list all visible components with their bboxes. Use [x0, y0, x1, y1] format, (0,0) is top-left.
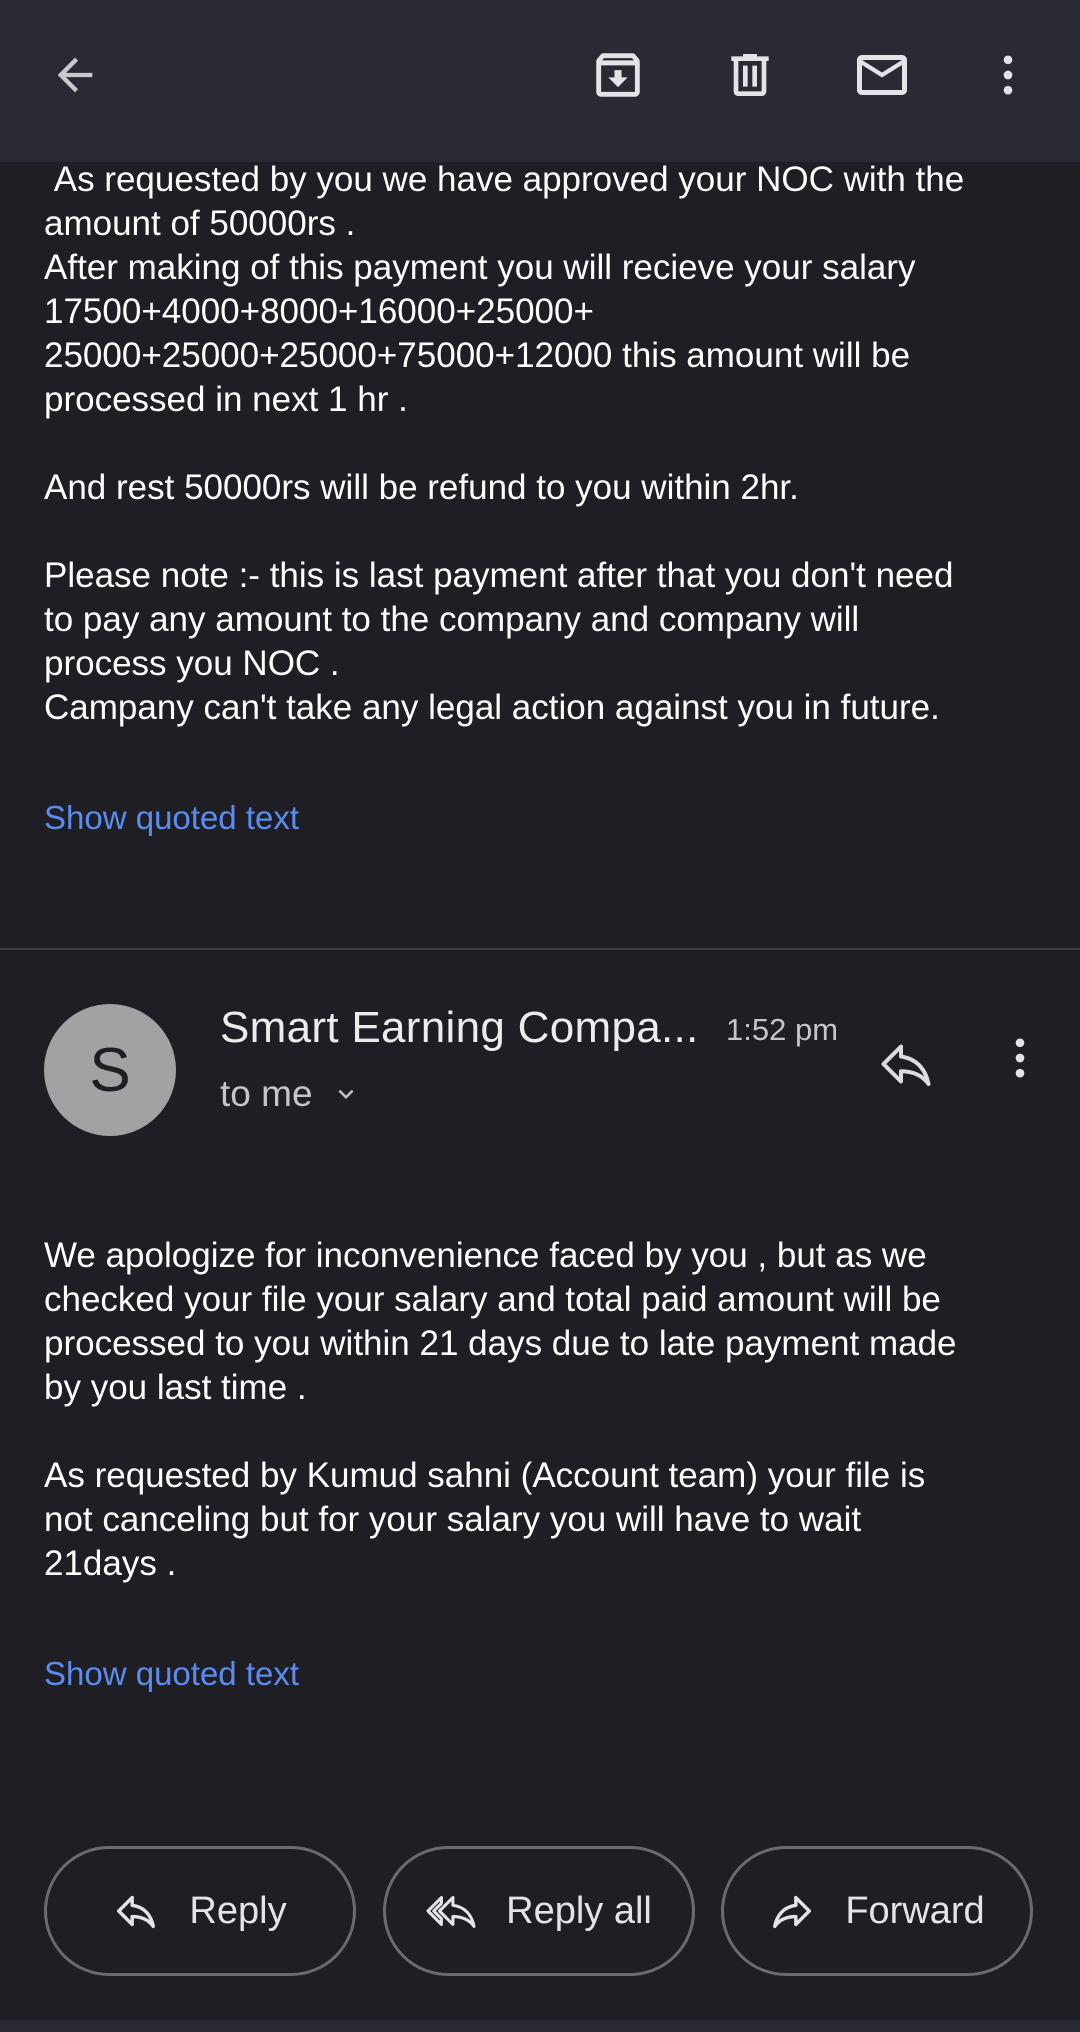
reply-all-icon — [426, 1896, 476, 1928]
show-quoted-text-link[interactable]: Show quoted text — [44, 1652, 299, 1696]
message2-paragraph: We apologize for inconvenience faced by … — [44, 1236, 957, 1407]
reply-label: Reply — [189, 1889, 287, 1932]
reply-button[interactable]: Reply — [44, 1846, 356, 1976]
sender-name[interactable]: Smart Earning Compa... — [220, 1000, 699, 1056]
message1-paragraph: As requested by you we have approved you… — [44, 160, 965, 419]
reply-icon-button[interactable] — [862, 1020, 950, 1108]
avatar-letter: S — [89, 1035, 131, 1105]
more-vert-icon — [1003, 55, 1013, 95]
message-time: 1:52 pm — [726, 1012, 839, 1047]
show-quoted-text-link[interactable]: Show quoted text — [44, 796, 299, 840]
recipient-details-toggle[interactable]: to me — [220, 1070, 361, 1118]
more-vert-icon — [1015, 1038, 1025, 1078]
recipient-label: to me — [220, 1073, 313, 1114]
mark-unread-icon — [857, 55, 907, 95]
archive-icon — [596, 53, 640, 97]
bottom-edge — [0, 2020, 1080, 2032]
archive-button[interactable] — [574, 31, 662, 119]
delete-icon — [731, 54, 769, 96]
reply-all-label: Reply all — [506, 1889, 652, 1932]
reply-icon — [117, 1895, 156, 1929]
back-arrow-icon — [57, 57, 93, 93]
top-toolbar — [0, 0, 1080, 162]
message-divider — [0, 948, 1080, 950]
chevron-down-icon — [338, 1089, 354, 1099]
more-options-button[interactable] — [964, 31, 1052, 119]
forward-button[interactable]: Forward — [721, 1846, 1033, 1976]
message2-paragraph: As requested by Kumud sahni (Account tea… — [44, 1456, 926, 1583]
avatar[interactable]: S — [44, 1004, 176, 1136]
reply-all-button[interactable]: Reply all — [383, 1846, 695, 1976]
forward-icon — [773, 1895, 812, 1929]
message-more-button[interactable] — [984, 1014, 1056, 1102]
message1-paragraph: Please note :- this is last payment afte… — [44, 556, 954, 727]
delete-button[interactable] — [706, 31, 794, 119]
reply-icon — [881, 1044, 931, 1086]
mark-unread-button[interactable] — [838, 31, 926, 119]
message1-paragraph: And rest 50000rs will be refund to you w… — [44, 468, 799, 507]
forward-label: Forward — [845, 1889, 985, 1932]
back-button[interactable] — [31, 31, 119, 119]
